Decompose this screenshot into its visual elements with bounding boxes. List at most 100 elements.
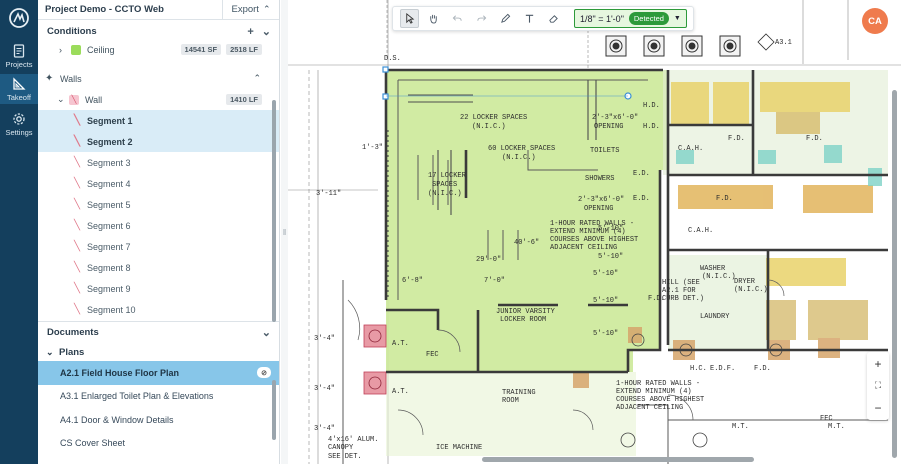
app-logo-icon[interactable] [9,8,29,28]
segment-label: Segment 6 [87,220,131,231]
canvas-horizontal-scrollbar[interactable] [482,457,754,462]
segment-row[interactable]: ╲ Segment 9 [38,278,279,299]
measure-tool-button[interactable] [544,9,563,28]
plan-text: 7'-0" [484,277,505,285]
plan-row[interactable]: A3.1 Enlarged Toilet Plan & Elevations [38,385,279,409]
plan-text: 6'-8" [402,277,423,285]
plan-text: OPENING [584,205,613,213]
redo-button[interactable] [472,9,491,28]
plan-text: (N.I.C.) [472,123,506,131]
segment-label: Segment 3 [87,157,131,168]
plan-text: (N.I.C.) [428,190,462,198]
draw-tool-button[interactable] [496,9,515,28]
plan-row[interactable]: CS Cover Sheet [38,432,279,456]
plan-row[interactable]: A2.1 Field House Floor Plan ⊘ [38,361,279,385]
segment-line-icon: ╲ [74,136,81,147]
zoom-in-button[interactable]: + [874,357,881,371]
plan-label: A2.1 Field House Floor Plan [60,367,180,378]
rail-item-projects[interactable]: Projects [0,40,38,72]
segment-row[interactable]: ╲ Segment 5 [38,194,279,215]
segment-row[interactable]: ╲ Segment 8 [38,257,279,278]
plan-text: F.D. [754,365,771,373]
chevron-up-icon: ⌃ [262,4,271,14]
wall-condition-row[interactable]: ⌄ ╲ Wall 1410 LF [38,89,279,110]
plan-text: SHOWERS [585,175,614,183]
zoom-out-button[interactable]: − [874,401,881,415]
plan-text: DRYER [734,278,756,286]
plan-text: 1-HOUR RATED WALLS - [616,380,700,388]
sparkle-icon: ✦ [45,73,54,84]
undo-icon [452,15,462,21]
chevron-right-icon[interactable]: › [59,45,71,55]
segment-row[interactable]: ╲ Segment 2 [38,131,279,152]
segment-label: Segment 7 [87,241,131,252]
chevron-down-icon[interactable]: ⌄ [262,326,271,339]
walls-group-row[interactable]: ✦ Walls ⌃ [38,68,279,89]
chevron-down-icon[interactable]: ⌄ [57,94,69,105]
segment-row[interactable]: ╲ Segment 6 [38,215,279,236]
rail-item-takeoff[interactable]: Takeoff [0,74,38,104]
plan-text: OPENING [594,123,623,131]
segment-row[interactable]: ╲ Segment 7 [38,236,279,257]
plan-text: SEE DET. [328,453,362,461]
pan-tool-button[interactable] [424,9,443,28]
rail-item-settings[interactable]: Settings [0,108,38,140]
documents-header[interactable]: Documents ⌄ [38,322,279,343]
plan-text: 3'-4" [314,425,335,433]
documents-scrollbar[interactable] [272,380,276,440]
rail-label-settings: Settings [5,127,33,137]
condition-row-ceiling[interactable]: › Ceiling 14541 SF 2518 LF [38,41,279,58]
segment-row[interactable]: ╲ Segment 10 [38,299,279,320]
scale-dropdown[interactable]: 1/8" = 1'-0" Detected ▼ [574,9,687,28]
drawing-canvas[interactable]: 22 LOCKER SPACES (N.I.C.) 2'-3"x6'-0" OP… [288,0,901,464]
segment-line-icon: ╲ [74,241,81,252]
plan-text: A.T. [392,340,409,348]
plan-text: EXTEND MINIMUM (4) [616,388,692,396]
select-tool-button[interactable] [400,9,419,28]
plan-row[interactable]: A4.1 Door & Window Details [38,408,279,432]
plans-header[interactable]: ⌄ Plans [38,343,279,361]
plan-text: D.S. [384,55,401,63]
canvas-vertical-scrollbar[interactable] [892,90,897,458]
chevron-down-icon[interactable]: ⌄ [46,347,59,358]
fit-screen-button[interactable]: ⛶ [875,380,881,391]
segment-row[interactable]: ╲ Segment 1 [38,110,279,131]
redo-icon [477,15,487,21]
plan-text: 2'-3"x6'-0" [578,196,624,204]
plan-text: E.D.F. [710,365,735,373]
plan-text: 60 LOCKER SPACES [488,145,555,153]
undo-button[interactable] [448,9,467,28]
plan-text: CURB DET.) [662,295,704,303]
drawing-toolbar: 1/8" = 1'-0" Detected ▼ [392,6,694,31]
chevron-down-icon[interactable]: ⌄ [262,25,271,38]
user-avatar[interactable]: CA [862,8,888,34]
pen-icon [501,13,511,23]
plan-label: A4.1 Door & Window Details [60,414,174,425]
segment-row[interactable]: ╲ Segment 4 [38,173,279,194]
panel-resize-handle[interactable]: ‖ [281,0,288,464]
documents-title: Documents [47,327,99,338]
plan-text: CANOPY [328,444,354,452]
plan-text: COURSES ABOVE HIGHEST [616,396,704,404]
export-button[interactable]: Export ⌃ [222,0,279,20]
hand-icon [430,14,437,24]
conditions-title: Conditions [47,26,97,37]
segment-line-icon: ╲ [74,178,81,189]
segment-label: Segment 10 [87,304,136,315]
zoom-controls: + ⛶ − [867,352,889,420]
plan-text: H.D. [643,123,660,131]
scale-value: 1/8" = 1'-0" [580,13,624,24]
ceiling-length-badge: 2518 LF [226,44,262,55]
text-tool-button[interactable] [520,9,539,28]
chevron-up-icon[interactable]: ⌃ [253,73,261,84]
segment-line-icon: ╲ [74,157,81,168]
add-icon[interactable]: + [247,26,253,38]
plan-text: 40'-6" [514,239,539,247]
conditions-header[interactable]: Conditions + ⌄ [38,22,279,41]
conditions-scrollbar[interactable] [272,100,276,322]
segment-line-icon: ╲ [74,283,81,294]
hide-icon[interactable]: ⊘ [257,367,271,379]
segment-row[interactable]: ╲ Segment 3 [38,152,279,173]
scale-status-badge: Detected [628,12,669,25]
gear-icon [13,112,25,125]
